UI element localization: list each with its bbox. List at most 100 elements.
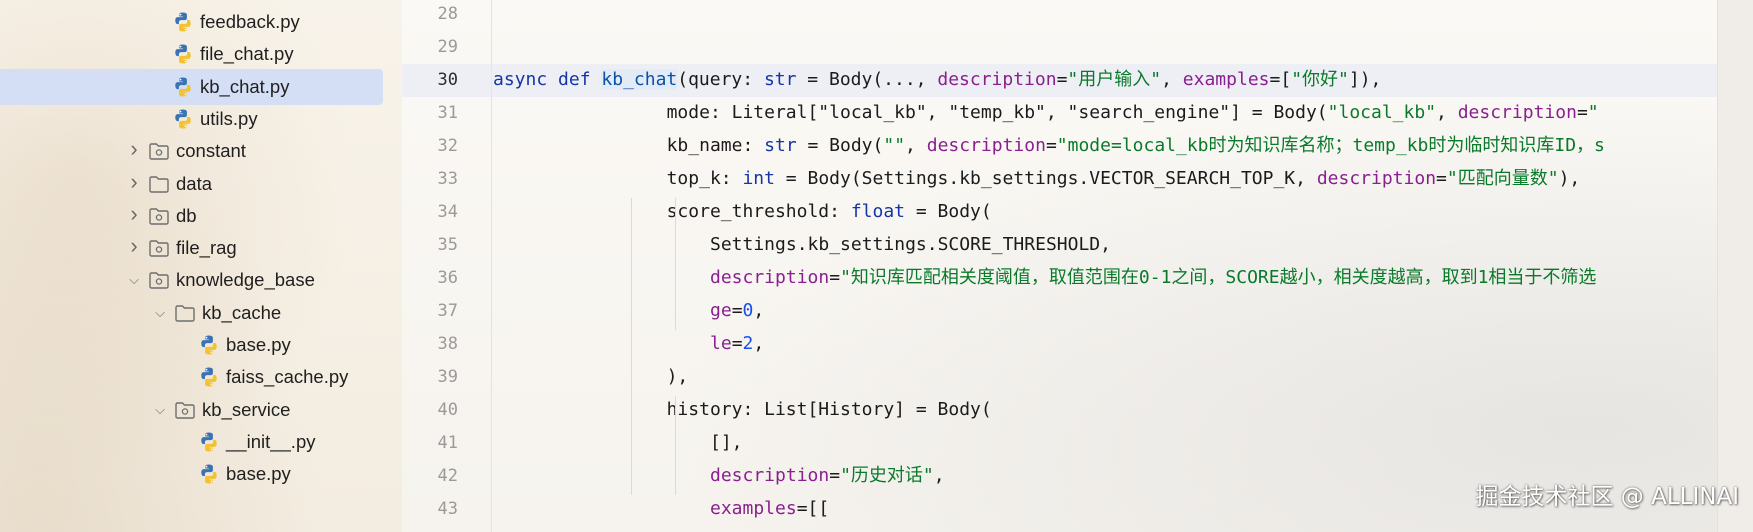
code-token: = Body(	[905, 201, 992, 222]
line-number: 40	[437, 400, 458, 420]
code-text: Settings.kb_settings.SCORE_THRESHOLD,	[710, 235, 1111, 255]
code-line[interactable]: 28	[402, 0, 1717, 31]
chevron-right-icon[interactable]: ›	[124, 202, 144, 224]
code-token: ,	[905, 135, 927, 156]
code-token: ,	[1161, 69, 1183, 90]
code-line[interactable]: 37 ge=0,	[402, 295, 1717, 328]
python-file-icon	[172, 108, 194, 130]
chevron-down-icon[interactable]: ⌵	[150, 400, 170, 420]
code-token: top_k:	[666, 168, 743, 189]
line-number: 35	[437, 235, 458, 255]
code-token: = Body(Settings.kb_settings.VECTOR_SEARC…	[774, 168, 1317, 189]
line-number: 38	[437, 334, 458, 354]
package-folder-icon	[148, 237, 170, 259]
code-token: "你好"	[1291, 69, 1349, 90]
tree-item-label: file_chat.py	[200, 43, 294, 65]
code-line[interactable]: 40 history: List[History] = Body(	[402, 394, 1717, 427]
tree-item-faiss-cache-py[interactable]: faiss_cache.py	[0, 359, 402, 395]
code-token: ,	[933, 465, 945, 486]
line-number: 36	[437, 268, 458, 288]
code-line[interactable]: 35 Settings.kb_settings.SCORE_THRESHOLD,	[402, 229, 1717, 262]
tree-item-label: kb_service	[202, 398, 291, 420]
code-text: description="历史对话",	[710, 466, 945, 486]
code-text: le=2,	[710, 334, 764, 354]
tree-item-label: constant	[176, 140, 246, 162]
tree-item-data[interactable]: › data	[0, 166, 402, 202]
code-line[interactable]: 30 async def kb_chat(query: str = Body(..…	[402, 64, 1717, 97]
line-number: 43	[437, 499, 458, 519]
code-line[interactable]: 39),	[402, 361, 1717, 394]
code-token: description	[1457, 102, 1577, 123]
folder-icon	[174, 302, 196, 324]
code-token: str	[764, 135, 797, 156]
tree-item-kb-service[interactable]: ⌵ kb_service	[0, 392, 402, 428]
python-file-icon	[172, 11, 194, 33]
line-number: 37	[437, 301, 458, 321]
tree-item-feedback-py[interactable]: feedback.py	[0, 4, 402, 40]
code-token: str	[763, 69, 797, 90]
code-token: mode: Literal["local_kb", "temp_kb", "se…	[666, 102, 1328, 123]
code-line[interactable]: 36 description="知识库匹配相关度阈值，取值范围在0-1之间，SCO…	[402, 262, 1717, 295]
code-token: examples	[1182, 69, 1270, 90]
code-line[interactable]: 33 top_k: int = Body(Settings.kb_settings…	[402, 163, 1717, 196]
code-line[interactable]: 38 le=2,	[402, 328, 1717, 361]
tree-item-label: feedback.py	[200, 11, 300, 32]
code-token: =	[731, 300, 743, 321]
code-text: top_k: int = Body(Settings.kb_settings.V…	[667, 169, 1581, 189]
tree-item-label: db	[176, 204, 197, 226]
code-token: kb_chat	[601, 69, 678, 90]
code-token: "用户输入"	[1067, 69, 1162, 90]
tree-item-label: knowledge_base	[176, 269, 315, 291]
tree-item-label: faiss_cache.py	[226, 366, 349, 388]
chevron-right-icon[interactable]: ›	[124, 235, 144, 257]
code-text: async def kb_chat(query: str = Body(...,…	[493, 69, 1382, 90]
code-editor[interactable]: 28 29 30 async def kb_chat(query: str = Bod…	[402, 0, 1717, 532]
code-line[interactable]: 34 score_threshold: float = Body(	[402, 196, 1717, 229]
code-token: =	[731, 333, 743, 354]
chevron-right-icon[interactable]: ›	[124, 138, 144, 160]
tree-item-file-chat-py[interactable]: file_chat.py	[0, 36, 402, 72]
code-token: = Body(	[796, 135, 884, 156]
code-token: ,	[753, 333, 765, 354]
code-token: description	[937, 69, 1057, 90]
tree-item-base-py[interactable]: base.py	[0, 327, 402, 363]
tree-item-base-py[interactable]: base.py	[0, 456, 402, 492]
tree-item-file-rag[interactable]: › file_rag	[0, 230, 402, 266]
project-tree: feedback.py file_chat.py kb_chat.py utils.p…	[0, 0, 402, 532]
code-token: description	[926, 135, 1046, 156]
code-token: "mode=local_kb时为知识库名称；temp_kb时为临时知识库ID，s	[1056, 135, 1605, 156]
code-token: score_threshold:	[666, 201, 851, 222]
code-token: history: List[History] = Body(	[666, 399, 992, 420]
tree-item-kb-chat-py[interactable]: kb_chat.py	[0, 68, 402, 105]
tree-item-label: utils.py	[200, 107, 258, 129]
tree-item-db[interactable]: › db	[0, 198, 402, 234]
tree-item-label: kb_chat.py	[200, 75, 290, 97]
tree-item-kb-cache[interactable]: ⌵ kb_cache	[0, 295, 402, 331]
code-token: "local_kb"	[1327, 102, 1437, 123]
code-token: "	[1587, 102, 1599, 123]
line-number: 29	[437, 37, 458, 57]
code-token: =	[1576, 102, 1588, 123]
code-line[interactable]: 41 [],	[402, 427, 1717, 460]
code-token: ),	[1558, 168, 1581, 189]
chevron-right-icon[interactable]: ›	[124, 170, 144, 192]
python-file-icon	[198, 334, 220, 356]
code-line[interactable]: 29	[402, 31, 1717, 64]
code-line[interactable]: 31 mode: Literal["local_kb", "temp_kb", "…	[402, 97, 1717, 130]
code-token: description	[1316, 168, 1437, 189]
package-folder-icon	[174, 399, 196, 421]
code-token: ]),	[1348, 69, 1382, 90]
package-folder-icon	[148, 140, 170, 162]
code-line[interactable]: 32 kb_name: str = Body("", description="m…	[402, 130, 1717, 163]
tree-item-utils-py[interactable]: utils.py	[0, 101, 402, 137]
chevron-down-icon[interactable]: ⌵	[150, 303, 170, 323]
line-number: 42	[437, 466, 458, 486]
tree-item-knowledge-base[interactable]: ⌵ knowledge_base	[0, 262, 402, 298]
line-number: 34	[437, 202, 458, 222]
line-number: 41	[437, 433, 458, 453]
tree-item-constant[interactable]: › constant	[0, 133, 402, 169]
code-token: examples	[710, 498, 797, 519]
tree-item-init-py[interactable]: __init__.py	[0, 424, 402, 460]
chevron-down-icon[interactable]: ⌵	[124, 270, 144, 290]
line-number: 32	[437, 136, 458, 156]
